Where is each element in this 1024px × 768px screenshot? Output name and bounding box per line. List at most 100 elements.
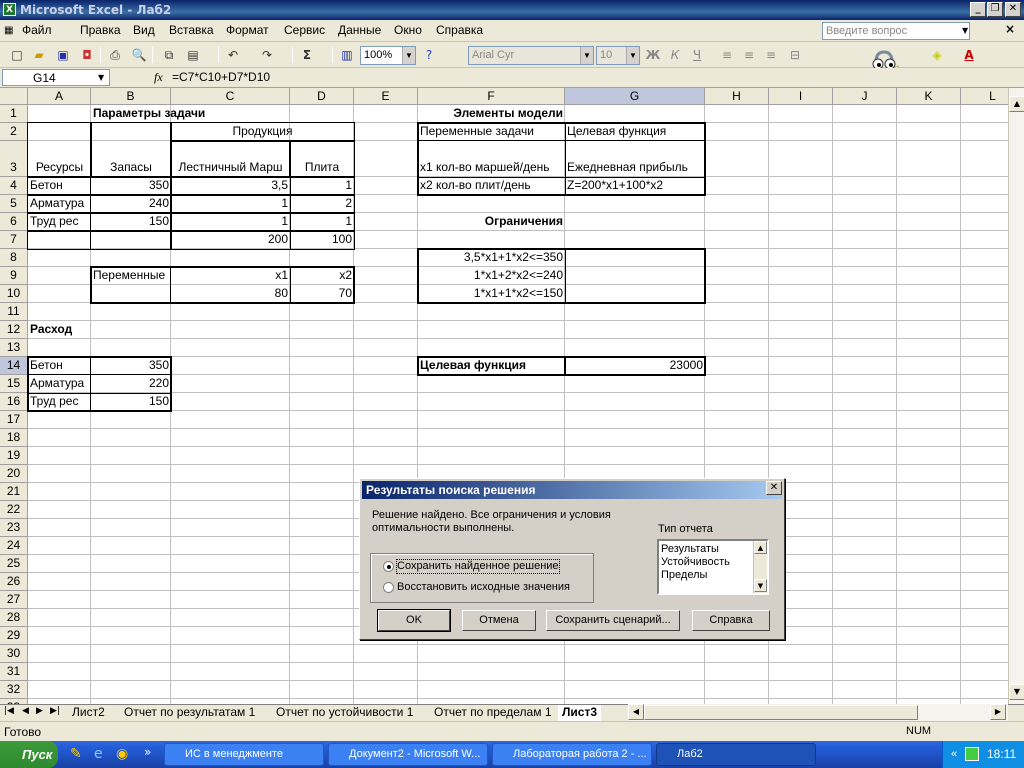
help-button[interactable]: Справка (692, 610, 770, 631)
cell-b9[interactable]: Переменные (91, 267, 171, 285)
cell-c4[interactable]: 3,5 (171, 177, 290, 195)
redo-icon[interactable]: ↷ (258, 46, 276, 64)
tab-sheet3[interactable]: Лист3 (558, 705, 602, 721)
align-right-icon[interactable]: ≡ (762, 46, 780, 64)
fill-color-icon[interactable]: ◈ (928, 46, 946, 64)
cell-f4[interactable]: x2 кол-во плит/день (418, 177, 565, 195)
tab-prev-icon[interactable]: ◀ (22, 706, 29, 716)
cell-d9[interactable]: x2 (290, 267, 354, 285)
report-results-item[interactable]: Результаты (661, 543, 719, 556)
cell-d10[interactable]: 70 (290, 285, 354, 303)
tab-first-icon[interactable]: |◀ (4, 706, 14, 716)
permission-icon[interactable]: ◘ (78, 46, 96, 64)
open-icon[interactable]: ▰ (30, 46, 48, 64)
cell-f3[interactable]: x1 кол-во маршей/день (418, 159, 565, 177)
name-box[interactable]: G14 (2, 69, 110, 86)
cell-f1[interactable]: Элементы модели (418, 105, 565, 123)
autosum-icon[interactable]: Σ (298, 46, 316, 64)
cell-a16[interactable]: Труд рес (28, 393, 91, 411)
cell-c2[interactable]: Продукция (171, 123, 354, 141)
menu-window[interactable]: Окно (394, 23, 422, 37)
quicklaunch-icon[interactable]: ✎ (70, 746, 82, 762)
cell-f6[interactable]: Ограничения (418, 213, 565, 231)
cell-a14[interactable]: Бетон (28, 357, 91, 375)
cell-b16[interactable]: 150 (91, 393, 171, 411)
tab-sensitivity-report[interactable]: Отчет по устойчивости 1 (272, 705, 417, 721)
close-workbook-icon[interactable]: × (1005, 22, 1015, 36)
start-button[interactable]: Пуск (0, 741, 58, 768)
list-scroll-down-icon[interactable]: ▼ (754, 579, 767, 592)
excel-app-icon[interactable]: X (3, 3, 16, 16)
tab-results-report[interactable]: Отчет по результатам 1 (120, 705, 259, 721)
cell-c6[interactable]: 1 (171, 213, 290, 231)
cell-g3[interactable]: Ежедневная прибыль (565, 159, 705, 177)
cell-g4[interactable]: Z=200*x1+100*x2 (565, 177, 705, 195)
cell-b5[interactable]: 240 (91, 195, 171, 213)
cell-c5[interactable]: 1 (171, 195, 290, 213)
save-scenario-button[interactable]: Сохранить сценарий... (546, 610, 680, 631)
underline-icon[interactable]: Ч (688, 46, 706, 64)
paste-icon[interactable]: ▤ (184, 46, 202, 64)
print-preview-icon[interactable]: 🔍 (130, 46, 148, 64)
name-box-dropdown-icon[interactable]: ▼ (98, 73, 104, 82)
report-sensitivity-item[interactable]: Устойчивость (661, 556, 730, 569)
keep-solution-label[interactable]: Сохранить найденное решение (396, 559, 560, 574)
ask-question-dropdown-icon[interactable]: ▼ (962, 26, 968, 35)
cell-d5[interactable]: 2 (290, 195, 354, 213)
undo-icon[interactable]: ↶ (224, 46, 242, 64)
cell-d6[interactable]: 1 (290, 213, 354, 231)
workbook-icon[interactable]: ▦ (4, 25, 13, 36)
chart-wizard-icon[interactable]: ▥ (338, 46, 356, 64)
cell-c3[interactable]: Лестничный Марш (171, 159, 290, 177)
cell-b1[interactable]: Параметры задачи (91, 105, 291, 123)
font-size-select[interactable]: 10 ▼ (596, 46, 640, 65)
merge-center-icon[interactable]: ⊟ (786, 46, 804, 64)
cell-f8[interactable]: 3,5*x1+1*x2<=350 (418, 249, 565, 267)
minimize-button[interactable]: _ (970, 2, 986, 17)
cell-b14[interactable]: 350 (91, 357, 171, 375)
menu-tools[interactable]: Сервис (284, 23, 325, 37)
insert-function-icon[interactable]: fx (154, 70, 163, 85)
report-list-scrollbar[interactable]: ▲ ▼ (753, 541, 767, 593)
restore-button[interactable]: ❐ (987, 2, 1003, 17)
cell-b3[interactable]: Запасы (91, 159, 171, 177)
cell-b4[interactable]: 350 (91, 177, 171, 195)
save-icon[interactable]: ▣ (54, 46, 72, 64)
cell-a6[interactable]: Труд рес (28, 213, 91, 231)
tray-expand-icon[interactable]: « (951, 741, 957, 768)
report-type-listbox[interactable]: Результаты Устойчивость Пределы ▲ ▼ (657, 539, 769, 595)
report-limits-item[interactable]: Пределы (661, 569, 707, 582)
tab-next-icon[interactable]: ▶ (36, 706, 43, 716)
vertical-scrollbar[interactable]: ▲ ▼ (1008, 88, 1024, 704)
menu-insert[interactable]: Вставка (169, 23, 214, 37)
ok-button[interactable]: OK (377, 609, 451, 632)
font-color-icon[interactable]: A (960, 46, 978, 64)
cell-f10[interactable]: 1*x1+1*x2<=150 (418, 285, 565, 303)
cell-c10[interactable]: 80 (171, 285, 290, 303)
cell-c7[interactable]: 200 (171, 231, 290, 249)
italic-icon[interactable]: К (666, 46, 684, 64)
menu-edit[interactable]: Правка (80, 23, 121, 37)
ask-question-box[interactable]: Введите вопрос (822, 22, 970, 40)
zoom-select[interactable]: 100% ▼ (360, 46, 416, 65)
bold-icon[interactable]: Ж (644, 46, 662, 64)
keep-solution-radio[interactable] (383, 561, 394, 572)
cell-a12[interactable]: Расход (28, 321, 91, 339)
cell-d4[interactable]: 1 (290, 177, 354, 195)
align-left-icon[interactable]: ≡ (718, 46, 736, 64)
dialog-close-button[interactable]: ✕ (766, 481, 782, 495)
restore-values-radio[interactable] (383, 582, 394, 593)
ie-icon[interactable]: e (94, 746, 103, 762)
cell-b15[interactable]: 220 (91, 375, 171, 393)
cell-g14[interactable]: 23000 (565, 357, 705, 375)
formula-input[interactable]: =C7*C10+D7*D10 (172, 70, 270, 84)
horizontal-scrollbar[interactable]: ◀ ▶ (628, 704, 1008, 721)
close-button[interactable]: ✕ (1005, 2, 1021, 17)
font-select[interactable]: Arial Cyr ▼ (468, 46, 594, 65)
scroll-left-icon[interactable]: ◀ (628, 704, 644, 720)
scroll-up-icon[interactable]: ▲ (1009, 96, 1024, 112)
quicklaunch-more-icon[interactable]: » (144, 745, 151, 759)
horizontal-scroll-thumb[interactable] (644, 705, 918, 720)
menu-file[interactable]: Файл (22, 23, 52, 37)
cell-b6[interactable]: 150 (91, 213, 171, 231)
